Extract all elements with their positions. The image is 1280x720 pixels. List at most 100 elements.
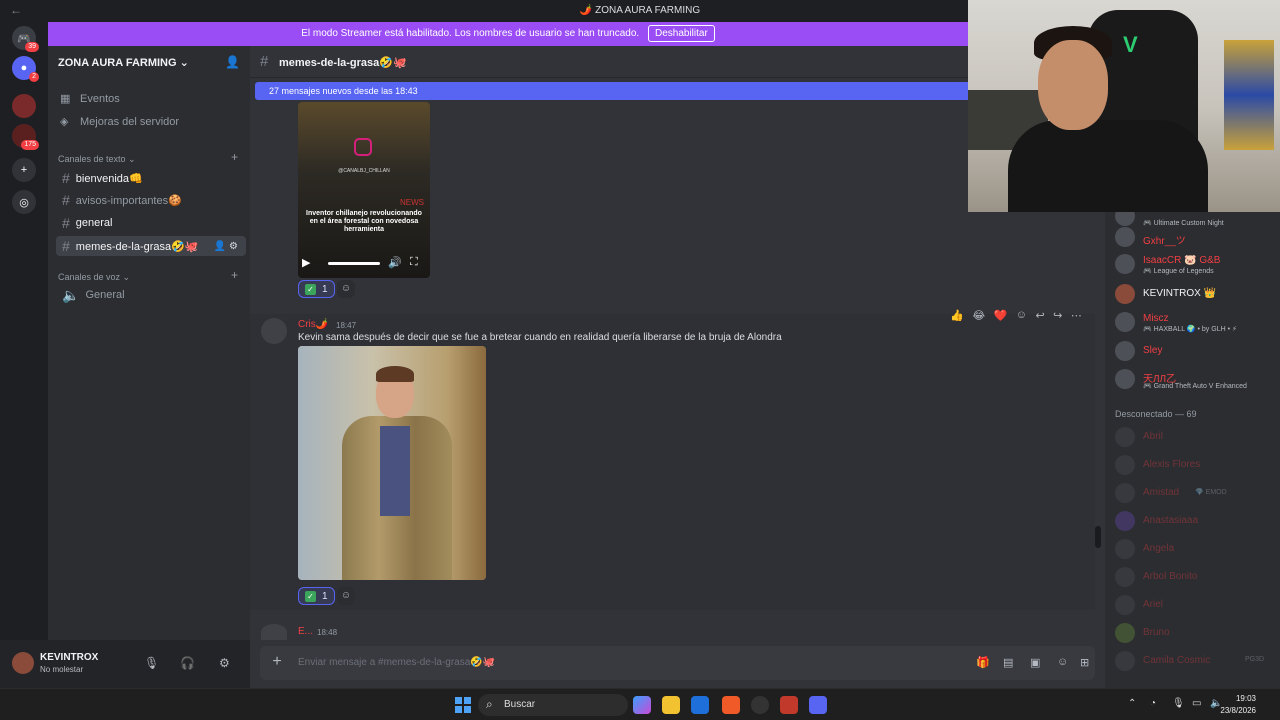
image-attachment[interactable] xyxy=(298,346,486,580)
gift-icon[interactable]: 🎁 xyxy=(976,656,990,669)
add-server-icon[interactable]: + xyxy=(12,158,36,182)
video-controls: ▶ 🔊 ⛶ xyxy=(302,256,426,270)
discord-taskbar-icon[interactable] xyxy=(809,696,827,714)
member-item[interactable]: Anastasiaaa xyxy=(1115,509,1275,533)
member-item[interactable]: Camila Cosmic PG3D xyxy=(1115,649,1275,673)
scrollbar[interactable] xyxy=(1095,526,1101,548)
reaction-check[interactable]: ✓ 1 xyxy=(298,587,335,605)
network-icon[interactable]: ◔ xyxy=(1150,698,1156,709)
checkmark-icon: ✓ xyxy=(305,590,316,602)
member-item[interactable]: Abril xyxy=(1115,425,1275,449)
apps-icon[interactable]: ⊞ xyxy=(1080,656,1089,669)
discord-home-icon[interactable]: 🎮 39 xyxy=(12,26,39,52)
hash-icon: # xyxy=(62,238,70,254)
member-item[interactable]: Bruno xyxy=(1115,621,1275,645)
video-attachment[interactable]: @CANALBJ_CHILLAN NEWS Inventor chillanej… xyxy=(298,102,430,278)
gif-icon[interactable]: ▤ xyxy=(1003,656,1013,669)
windows-start-icon[interactable] xyxy=(455,697,471,713)
heart-icon[interactable]: ❤️ xyxy=(994,309,1008,322)
display-icon[interactable]: ▭ xyxy=(1192,698,1201,709)
member-item[interactable]: Sley xyxy=(1115,339,1275,363)
message-author[interactable]: E... xyxy=(298,626,313,637)
hash-icon: # xyxy=(62,170,70,186)
news-label: NEWS xyxy=(400,198,424,207)
taskbar-search[interactable]: ⌕ Buscar xyxy=(478,694,628,716)
app-icon[interactable] xyxy=(780,696,798,714)
add-channel-icon[interactable]: + xyxy=(231,150,238,164)
server-icon[interactable]: ● 2 xyxy=(12,56,39,82)
channel-general[interactable]: # general xyxy=(56,213,246,233)
calendar-icon: ▦ xyxy=(60,93,71,105)
member-item[interactable]: Gxhr__ツ xyxy=(1115,225,1275,249)
member-item[interactable]: IsaacCR 🐷 G&B 🎮 League of Legends xyxy=(1115,252,1275,276)
avatar[interactable] xyxy=(261,624,287,640)
tray-chevron-icon[interactable]: ⌃ xyxy=(1128,698,1136,709)
nav-boost[interactable]: ◈ Mejoras del servidor xyxy=(60,115,179,129)
server-icon[interactable]: 175 xyxy=(12,124,39,150)
server-icon[interactable] xyxy=(12,94,36,118)
store-icon[interactable] xyxy=(691,696,709,714)
message-composer: + Enviar mensaje a #memes-de-la-grasa🤣🐙 … xyxy=(260,646,1095,680)
emoji-icon[interactable]: ☺ xyxy=(1057,656,1068,668)
add-reaction-icon[interactable]: ☺ xyxy=(1016,309,1027,321)
copilot-icon[interactable] xyxy=(633,696,651,714)
member-item[interactable]: Miscz 🎮 HAXBALL 🌍 • by GLH • ⚡ xyxy=(1115,310,1275,334)
avatar[interactable] xyxy=(261,318,287,344)
nav-events[interactable]: ▦ Eventos xyxy=(60,92,120,106)
more-icon[interactable]: ⋯ xyxy=(1071,309,1082,322)
reply-icon[interactable]: ↩ xyxy=(1035,309,1044,322)
banner-text: El modo Streamer está habilitado. Los no… xyxy=(301,28,640,39)
headphones-icon[interactable]: 🎧 xyxy=(180,656,195,670)
forward-icon[interactable]: ↪ xyxy=(1053,309,1062,322)
clock[interactable]: 19:03 23/8/2026 xyxy=(1220,693,1256,717)
member-list: 🎮 Ultimate Custom Night Gxhr__ツ IsaacCR … xyxy=(1105,212,1280,688)
instagram-icon xyxy=(354,138,372,156)
boost-icon: ◈ xyxy=(60,116,69,128)
microphone-icon[interactable]: 🎙 xyxy=(144,656,159,670)
member-item[interactable]: Alexis Flores xyxy=(1115,453,1275,477)
member-item[interactable]: Angela xyxy=(1115,537,1275,561)
search-icon: ⌕ xyxy=(486,697,493,711)
obs-icon[interactable] xyxy=(751,696,769,714)
mic-tray-icon[interactable]: 🎙 xyxy=(1172,698,1185,709)
add-reaction-icon[interactable]: ☺ xyxy=(337,280,355,298)
member-item[interactable]: KEVINTROX 👑 xyxy=(1115,282,1275,306)
laugh-icon[interactable]: 😂 xyxy=(972,309,985,322)
channel-avisos-importantes[interactable]: # avisos-importantes🍪 xyxy=(56,190,246,210)
video-progress[interactable] xyxy=(328,262,380,265)
checkmark-icon: ✓ xyxy=(305,283,316,295)
new-messages-bar[interactable]: 27 mensajes nuevos desde las 18:43 xyxy=(255,82,970,100)
username: KEVINTROX xyxy=(40,652,99,663)
volume-icon[interactable]: 🔊 xyxy=(388,256,402,269)
hash-icon: # xyxy=(260,53,269,70)
channel-memes-de-la-grasa[interactable]: # memes-de-la-grasa🤣🐙 👤 ⚙ xyxy=(56,236,246,256)
channel-settings-icon[interactable]: 👤 ⚙ xyxy=(214,241,238,252)
voice-channel-general[interactable]: 🔈 General xyxy=(56,285,246,305)
disable-button[interactable]: Deshabilitar xyxy=(647,25,715,42)
sticker-icon[interactable]: ▣ xyxy=(1030,656,1040,669)
category-voice-channels[interactable]: Canales de voz ⌄ xyxy=(58,272,130,283)
message-author[interactable]: Cris🌶️ xyxy=(298,319,328,330)
avatar[interactable] xyxy=(12,652,34,674)
member-item[interactable]: Amistad 💎 EMOD xyxy=(1115,481,1275,505)
thumbs-up-icon[interactable]: 👍 xyxy=(950,309,964,322)
reaction-check[interactable]: ✓ 1 xyxy=(298,280,335,298)
add-reaction-icon[interactable]: ☺ xyxy=(337,587,355,605)
category-text-channels[interactable]: Canales de texto ⌄ xyxy=(58,154,136,165)
attach-plus-icon[interactable]: + xyxy=(268,653,286,671)
video-caption: Inventor chillanejo revolucionando en el… xyxy=(306,210,422,233)
invite-icon[interactable]: 👤 xyxy=(225,55,240,69)
channel-bienvenida[interactable]: # bienvenida👊 xyxy=(56,168,246,188)
play-icon[interactable]: ▶ xyxy=(302,256,310,269)
settings-gear-icon[interactable]: ⚙ xyxy=(219,656,230,670)
member-item[interactable]: Arbol Bonito xyxy=(1115,565,1275,589)
file-explorer-icon[interactable] xyxy=(662,696,680,714)
explore-icon[interactable]: ◎ xyxy=(12,190,36,214)
brave-browser-icon[interactable] xyxy=(722,696,740,714)
member-item[interactable]: Ariel xyxy=(1115,593,1275,617)
member-item[interactable]: 天ЛЛ乙 🎮 Grand Theft Auto V Enhanced xyxy=(1115,367,1275,391)
add-voice-channel-icon[interactable]: + xyxy=(231,268,238,282)
fullscreen-icon[interactable]: ⛶ xyxy=(410,256,418,269)
message-input[interactable]: Enviar mensaje a #memes-de-la-grasa🤣🐙 xyxy=(298,657,495,668)
server-name[interactable]: ZONA AURA FARMING ⌄ xyxy=(58,56,189,69)
